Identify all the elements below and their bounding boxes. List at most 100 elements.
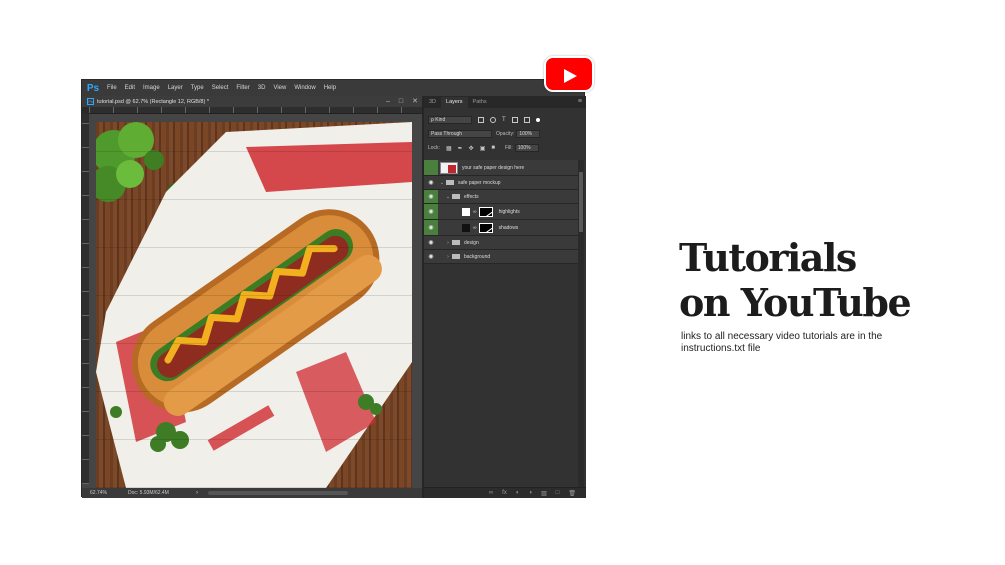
document-tab[interactable]: Ps tutorial.psd @ 62.7% (Rectangle 12, R… [82,96,422,107]
layer-group-safe-paper-mockup[interactable]: ◉ ⌄ safe paper mockup [424,176,578,190]
chevron-right-icon[interactable]: › [444,254,452,260]
tab-paths[interactable]: Paths [468,97,492,108]
new-group-icon[interactable]: ▧ [541,490,547,497]
lock-row: Lock: ▦ ✒ ✥ ▣ ■ Fill: 100% [424,142,586,154]
layer-smart-object[interactable]: your safe paper design here [424,160,578,176]
layer-mask-thumbnail[interactable] [478,206,493,217]
visibility-toggle-off[interactable] [424,160,438,175]
youtube-logo-icon[interactable] [544,56,594,92]
layer-shadows[interactable]: ◉ ∞ shadows [424,220,578,236]
layer-highlights[interactable]: ◉ ∞ highlights [424,204,578,220]
smart-object-thumbnail [440,161,458,174]
blend-row: Pass Through Opacity: 100% [424,128,586,140]
window-controls: – □ ✕ [386,96,418,107]
layer-name: highlights [498,208,520,215]
filter-toggle-icon[interactable] [535,118,540,122]
layer-thumbnail [462,207,470,216]
lock-artboard-icon[interactable]: ▣ [480,145,486,152]
horizontal-scrollbar[interactable] [208,491,348,495]
pixel-filter-icon[interactable] [478,117,484,123]
layer-group-background[interactable]: ◉ › background [424,250,578,264]
zoom-level[interactable]: 62.74% [82,490,128,496]
eye-icon[interactable]: ◉ [424,204,438,219]
panel-menu-icon[interactable]: ≡ [578,98,582,105]
maximize-icon[interactable]: □ [399,96,403,107]
close-icon[interactable]: ✕ [412,96,418,107]
trash-icon[interactable]: 🗑 [568,490,576,497]
tab-layers[interactable]: Layers [441,97,468,108]
opacity-input[interactable]: 100% [516,130,541,138]
link-layers-icon[interactable]: ∞ [489,490,493,496]
layer-group-effects[interactable]: ◉ ⌄ effects [424,190,578,204]
vertical-ruler[interactable] [82,114,89,484]
lock-position-icon[interactable]: ✥ [469,145,474,152]
layer-name: background [464,253,491,260]
photoshop-logo: Ps [86,82,100,94]
scrollbar-thumb[interactable] [579,172,583,232]
new-layer-icon[interactable]: □ [556,490,560,496]
folder-icon [452,194,460,199]
menu-view[interactable]: View [269,85,290,91]
lock-transparent-icon[interactable]: ▦ [446,145,452,152]
filter-row: ρ Kind T [424,114,586,126]
document-title: tutorial.psd @ 62.7% (Rectangle 12, RGB/… [97,98,209,105]
menu-select[interactable]: Select [208,85,233,91]
promo-title-line-1: Tutorials [679,235,857,280]
chevron-right-icon[interactable]: › [444,240,452,246]
menu-edit[interactable]: Edit [121,85,139,91]
fill-input[interactable]: 100% [514,144,539,152]
layer-mask-thumbnail[interactable] [478,222,493,233]
horizontal-ruler[interactable] [89,107,422,114]
tab-3d[interactable]: 3D [424,97,441,108]
eye-icon[interactable]: ◉ [424,250,438,263]
folder-icon [452,240,460,245]
chevron-down-icon[interactable]: ⌄ [438,180,446,186]
hotdog-artwork [96,122,412,488]
minimize-icon[interactable]: – [386,96,390,107]
menu-image[interactable]: Image [139,85,164,91]
menu-file[interactable]: File [103,85,121,91]
layers-panel-footer: ∞ fx ◐ ◑ ▧ □ 🗑 [424,487,586,498]
menu-type[interactable]: Type [187,85,208,91]
status-menu-arrow-icon[interactable]: › [196,490,208,496]
document-area: Ps tutorial.psd @ 62.7% (Rectangle 12, R… [82,96,422,498]
eye-icon[interactable]: ◉ [424,236,438,249]
menu-filter[interactable]: Filter [232,85,253,91]
menu-3d[interactable]: 3D [254,85,270,91]
menu-layer[interactable]: Layer [164,85,187,91]
layer-group-design[interactable]: ◉ › design [424,236,578,250]
adjustment-layer-icon[interactable]: ◑ [528,490,532,496]
panel-tabs: 3D Layers Paths [424,96,586,108]
play-icon [564,69,577,83]
kind-filter-select[interactable]: ρ Kind [428,116,472,124]
menu-bar: Ps File Edit Image Layer Type Select Fil… [82,80,584,96]
link-icon[interactable]: ∞ [473,209,477,215]
add-mask-icon[interactable]: ◐ [516,490,520,496]
layer-name: shadows [498,224,519,231]
link-icon[interactable]: ∞ [473,225,477,231]
psd-file-icon: Ps [87,98,94,105]
menu-help[interactable]: Help [320,85,340,91]
blend-mode-select[interactable]: Pass Through [428,130,492,138]
type-filter-icon[interactable]: T [502,117,506,123]
layer-name: effects [464,193,479,200]
adjustment-filter-icon[interactable] [490,117,496,123]
promo-title-line-2: on YouTube [679,280,912,325]
lock-label: Lock: [428,145,440,151]
folder-icon [452,254,460,259]
shape-filter-icon[interactable] [511,117,518,123]
eye-icon[interactable]: ◉ [424,176,438,189]
lock-image-icon[interactable]: ✒ [458,145,463,152]
lock-all-icon[interactable]: ■ [491,145,495,151]
ruler-corner [82,107,89,114]
layer-style-icon[interactable]: fx [502,490,507,496]
chevron-down-icon[interactable]: ⌄ [444,194,452,200]
eye-icon[interactable]: ◉ [424,220,438,235]
layers-panel: 3D Layers Paths ≡ ρ Kind T Pass Through … [422,96,586,498]
folder-icon [446,180,454,185]
smart-object-filter-icon[interactable] [523,117,530,123]
layers-scrollbar[interactable] [578,160,584,490]
eye-icon[interactable]: ◉ [424,190,438,203]
canvas[interactable] [96,122,412,488]
menu-window[interactable]: Window [290,85,319,91]
